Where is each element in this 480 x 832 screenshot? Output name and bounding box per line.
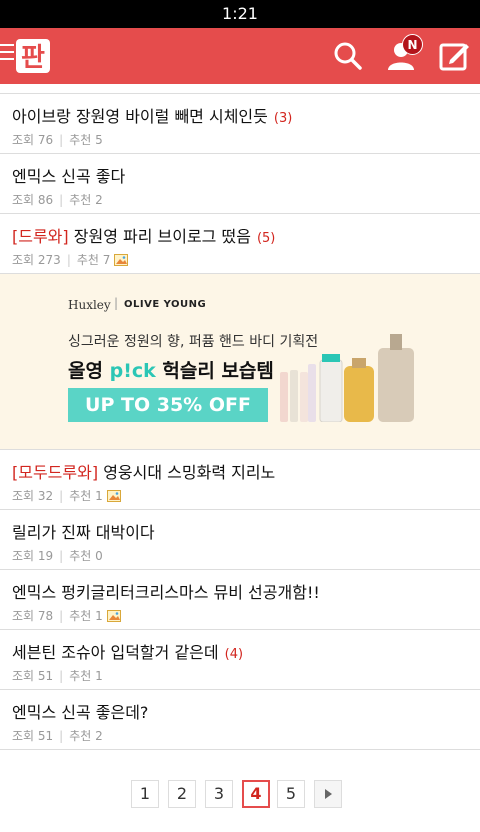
ad-discount: UP TO 35% OFF: [68, 388, 268, 422]
post-meta: 조회 86 | 추천 2: [12, 191, 103, 208]
app-bar: 판 N: [0, 28, 480, 84]
ad-partner: OLIVE YOUNG: [124, 299, 207, 310]
post-title: 엔믹스 신곡 좋다: [12, 163, 125, 187]
post-meta: 조회 32 | 추천 1: [12, 487, 121, 504]
ad-headline: 올영 p!ck 헉슬리 보습템: [68, 356, 274, 383]
comment-count: (4): [224, 647, 244, 662]
post-title: 아이브랑 장원영 바이럴 빼면 시체인듯 (3): [12, 103, 292, 127]
post-title-text: 엔믹스 펑키글리터크리스마스 뮤비 선공개함!!: [12, 583, 320, 602]
view-count: 조회 86: [12, 193, 54, 207]
page-5[interactable]: 5: [277, 780, 305, 808]
post-meta: 조회 51 | 추천 2: [12, 727, 103, 744]
post-title: [모두드루와] 영웅시대 스밍화력 지리노: [12, 459, 275, 483]
comment-count: (5): [256, 231, 276, 246]
view-count: 조회 78: [12, 609, 54, 623]
ad-headline-pick: p!ck: [109, 360, 156, 382]
meta-separator: |: [59, 192, 64, 207]
list-item[interactable]: 엔믹스 신곡 좋은데? 조회 51 | 추천 2: [0, 690, 480, 750]
comment-count: (3): [273, 111, 293, 126]
notification-badge[interactable]: N: [402, 34, 423, 55]
like-count: 추천 2: [69, 193, 103, 207]
page-3[interactable]: 3: [205, 780, 233, 808]
meta-separator: |: [59, 668, 64, 683]
post-title: [드루와] 장원영 파리 브이로그 떴음 (5): [12, 223, 275, 247]
image-icon: [114, 253, 129, 266]
logo-text: 판: [21, 43, 45, 73]
next-page-button[interactable]: [314, 780, 342, 808]
list-top-divider: [0, 84, 480, 94]
status-time: 1:21: [222, 4, 258, 23]
meta-separator: |: [59, 488, 64, 503]
post-title-text: 아이브랑 장원영 바이럴 빼면 시체인듯: [12, 107, 268, 126]
like-count: 추천 5: [69, 133, 103, 147]
post-title-text: 릴리가 진짜 대박이다: [12, 523, 155, 542]
list-item[interactable]: 엔믹스 신곡 좋다조회 86 | 추천 2: [0, 154, 480, 214]
post-title-text: 장원영 파리 브이로그 떴음: [73, 227, 251, 246]
ad-banner[interactable]: Huxley | OLIVE YOUNG 싱그러운 정원의 향, 퍼퓸 핸드 바…: [0, 274, 480, 450]
status-bar: 1:21: [0, 0, 480, 28]
post-title-text: 영웅시대 스밍화력 지리노: [103, 463, 276, 482]
list-item[interactable]: [드루와] 장원영 파리 브이로그 떴음 (5) 조회 273 | 추천 7: [0, 214, 480, 274]
view-count: 조회 19: [12, 549, 54, 563]
list-item[interactable]: [모두드루와] 영웅시대 스밍화력 지리노조회 32 | 추천 1: [0, 450, 480, 510]
post-title: 엔믹스 펑키글리터크리스마스 뮤비 선공개함!!: [12, 579, 320, 603]
post-meta: 조회 19 | 추천 0: [12, 547, 103, 564]
list-item[interactable]: 엔믹스 펑키글리터크리스마스 뮤비 선공개함!! 조회 78 | 추천 1: [0, 570, 480, 630]
post-meta: 조회 273 | 추천 7: [12, 251, 129, 268]
post-meta: 조회 78 | 추천 1: [12, 607, 121, 624]
post-title-text: 엔믹스 신곡 좋다: [12, 167, 126, 186]
view-count: 조회 51: [12, 729, 54, 743]
post-meta: 조회 51 | 추천 1: [12, 667, 103, 684]
ad-brand-separator: |: [114, 296, 119, 310]
ad-brand: Huxley: [68, 298, 111, 312]
post-meta: 조회 76 | 추천 5: [12, 131, 103, 148]
post-title-text: 세븐틴 조슈아 입덕할거 같은데: [12, 643, 219, 662]
list-item[interactable]: 세븐틴 조슈아 입덕할거 같은데 (4) 조회 51 | 추천 1: [0, 630, 480, 690]
triangle-right-icon: [325, 789, 332, 799]
view-count: 조회 51: [12, 669, 54, 683]
pagination: 1 2 3 4 5: [0, 780, 480, 810]
meta-separator: |: [66, 252, 71, 267]
view-count: 조회 273: [12, 253, 61, 267]
page-2[interactable]: 2: [168, 780, 196, 808]
like-count: 추천 1: [69, 609, 103, 623]
meta-separator: |: [59, 132, 64, 147]
search-icon[interactable]: [330, 38, 366, 74]
like-count: 추천 1: [69, 669, 103, 683]
meta-separator: |: [59, 608, 64, 623]
post-tag: [드루와]: [12, 227, 69, 246]
page-4-current[interactable]: 4: [242, 780, 270, 808]
compose-icon[interactable]: [436, 38, 472, 74]
ad-product-image: [280, 334, 414, 422]
list-item[interactable]: 아이브랑 장원영 바이럴 빼면 시체인듯 (3) 조회 76 | 추천 5: [0, 94, 480, 154]
post-tag: [모두드루와]: [12, 463, 99, 482]
post-title-text: 엔믹스 신곡 좋은데?: [12, 703, 149, 722]
view-count: 조회 32: [12, 489, 54, 503]
ad-headline-suffix: 헉슬리 보습템: [162, 360, 274, 382]
menu-icon[interactable]: [0, 44, 14, 64]
meta-separator: |: [59, 728, 64, 743]
post-title: 릴리가 진짜 대박이다: [12, 519, 155, 543]
ad-headline-prefix: 올영: [68, 360, 103, 382]
image-icon: [106, 609, 121, 622]
post-title: 엔믹스 신곡 좋은데?: [12, 699, 148, 723]
list-item[interactable]: 릴리가 진짜 대박이다조회 19 | 추천 0: [0, 510, 480, 570]
page-1[interactable]: 1: [131, 780, 159, 808]
app-logo[interactable]: 판: [14, 37, 52, 75]
image-icon: [106, 489, 121, 502]
view-count: 조회 76: [12, 133, 54, 147]
post-title: 세븐틴 조슈아 입덕할거 같은데 (4): [12, 639, 243, 663]
like-count: 추천 0: [69, 549, 103, 563]
like-count: 추천 2: [69, 729, 103, 743]
like-count: 추천 1: [69, 489, 103, 503]
like-count: 추천 7: [76, 253, 111, 267]
meta-separator: |: [59, 548, 64, 563]
